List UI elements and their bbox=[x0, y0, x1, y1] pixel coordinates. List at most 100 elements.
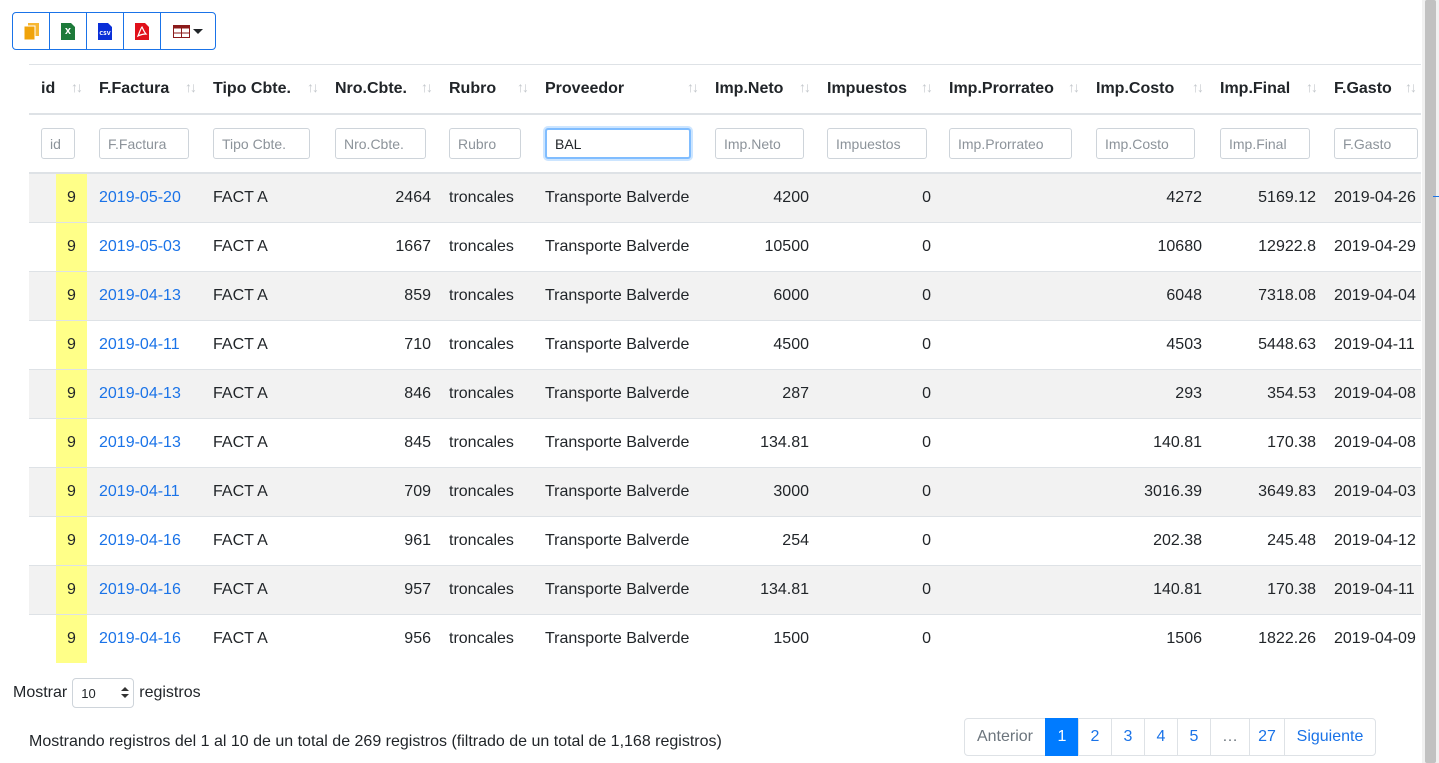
length-suffix-label: registros bbox=[139, 684, 201, 701]
cell-imp-neto: 287 bbox=[703, 369, 815, 419]
cell-f-factura[interactable]: 2019-04-13 bbox=[87, 271, 201, 321]
id-value: 9 bbox=[56, 272, 87, 320]
column-header-impuestos[interactable]: Impuestos ↑↓ bbox=[815, 64, 937, 115]
filter-input-imp-final[interactable] bbox=[1220, 128, 1310, 159]
cell-f-gasto: 2019-04-08 bbox=[1322, 418, 1421, 468]
page-length-value: 10 bbox=[81, 685, 96, 701]
cell-imp-neto: 3000 bbox=[703, 467, 815, 517]
pagination-page[interactable]: 2 bbox=[1078, 718, 1112, 756]
id-value: 9 bbox=[56, 468, 87, 516]
column-header-f-factura[interactable]: F.Factura ↑↓ bbox=[87, 64, 201, 115]
column-header-id[interactable]: id ↑↓ bbox=[29, 64, 87, 115]
cell-id: 9 bbox=[29, 516, 87, 566]
cell-f-factura[interactable]: 2019-04-16 bbox=[87, 614, 201, 663]
invoice-date-link[interactable]: 2019-04-13 bbox=[99, 385, 181, 402]
cell-f-factura[interactable]: 2019-05-20 bbox=[87, 172, 201, 223]
table-row: 9 2019-05-20 FACT A 2464 troncales Transporte… bbox=[29, 172, 1421, 223]
invoice-date-link[interactable]: 2019-04-16 bbox=[99, 581, 181, 598]
cell-impuestos: 0 bbox=[815, 418, 937, 468]
filter-input-impuestos[interactable] bbox=[827, 128, 927, 159]
invoice-date-link[interactable]: 2019-04-11 bbox=[99, 336, 180, 353]
invoice-date-link[interactable]: 2019-04-13 bbox=[99, 434, 181, 451]
filter-input-rubro[interactable] bbox=[449, 128, 521, 159]
cell-f-factura[interactable]: 2019-04-13 bbox=[87, 418, 201, 468]
filter-input-imp-prorrateo[interactable] bbox=[949, 128, 1072, 159]
sort-icon: ↑↓ bbox=[687, 79, 699, 95]
invoice-date-link[interactable]: 2019-04-16 bbox=[99, 630, 181, 647]
cell-impuestos: 0 bbox=[815, 172, 937, 223]
page-length-select[interactable]: 10 bbox=[72, 678, 135, 708]
pagination-page[interactable]: 4 bbox=[1144, 718, 1178, 756]
column-header-imp-neto[interactable]: Imp.Neto ↑↓ bbox=[703, 64, 815, 115]
cell-imp-neto: 6000 bbox=[703, 271, 815, 321]
filter-row bbox=[29, 114, 1421, 174]
cell-f-factura[interactable]: 2019-04-16 bbox=[87, 516, 201, 566]
invoice-date-link[interactable]: 2019-05-20 bbox=[99, 189, 181, 206]
cell-rubro: troncales bbox=[437, 565, 533, 615]
filter-input-f-factura[interactable] bbox=[99, 128, 189, 159]
filter-input-id[interactable] bbox=[41, 128, 75, 159]
column-header-proveedor[interactable]: Proveedor ↑↓ bbox=[533, 64, 703, 115]
table-row: 9 2019-04-16 FACT A 956 troncales Transporte … bbox=[29, 614, 1421, 663]
cell-imp-costo: 3016.39 bbox=[1084, 467, 1208, 517]
cell-impuestos: 0 bbox=[815, 614, 937, 663]
cell-tipo-cbte: FACT A bbox=[201, 320, 323, 370]
cell-rubro: troncales bbox=[437, 271, 533, 321]
cell-impuestos: 0 bbox=[815, 565, 937, 615]
pagination-page[interactable]: 1 bbox=[1045, 718, 1079, 756]
filter-input-tipo-cbte[interactable] bbox=[213, 128, 310, 159]
cell-proveedor: Transporte Balverde bbox=[533, 320, 703, 370]
table-row: 9 2019-04-13 FACT A 845 troncales Transporte … bbox=[29, 418, 1421, 468]
column-header-nro-cbte[interactable]: Nro.Cbte. ↑↓ bbox=[323, 64, 437, 115]
filter-input-nro-cbte[interactable] bbox=[335, 128, 426, 159]
sort-icon: ↑↓ bbox=[1306, 79, 1318, 95]
filter-cell bbox=[1084, 114, 1208, 174]
filter-cell bbox=[937, 114, 1084, 174]
invoice-date-link[interactable]: 2019-04-16 bbox=[99, 532, 181, 549]
invoice-date-link[interactable]: 2019-05-03 bbox=[99, 238, 181, 255]
column-visibility-button[interactable] bbox=[161, 13, 215, 49]
cell-rubro: troncales bbox=[437, 516, 533, 566]
cell-f-gasto: 2019-04-11 bbox=[1322, 565, 1421, 615]
scrollbar-thumb[interactable] bbox=[1425, 0, 1436, 763]
cell-proveedor: Transporte Balverde bbox=[533, 172, 703, 223]
vertical-scrollbar[interactable] bbox=[1422, 0, 1439, 763]
filter-input-imp-neto[interactable] bbox=[715, 128, 804, 159]
pagination-page[interactable]: 27 bbox=[1249, 718, 1285, 756]
cell-imp-final: 170.38 bbox=[1208, 565, 1322, 615]
cell-f-gasto: 2019-04-08 bbox=[1322, 369, 1421, 419]
pagination-page[interactable]: 5 bbox=[1177, 718, 1211, 756]
column-header-imp-final[interactable]: Imp.Final ↑↓ bbox=[1208, 64, 1322, 115]
csv-button[interactable]: CSV bbox=[87, 13, 124, 49]
invoice-date-link[interactable]: 2019-04-13 bbox=[99, 287, 181, 304]
cell-imp-neto: 4200 bbox=[703, 172, 815, 223]
cell-f-factura[interactable]: 2019-04-13 bbox=[87, 369, 201, 419]
copy-button[interactable] bbox=[13, 13, 50, 49]
cell-imp-final: 245.48 bbox=[1208, 516, 1322, 566]
excel-icon: X bbox=[61, 22, 75, 40]
filter-input-imp-costo[interactable] bbox=[1096, 128, 1195, 159]
csv-icon-label: CSV bbox=[99, 30, 111, 37]
cell-f-factura[interactable]: 2019-04-11 bbox=[87, 467, 201, 517]
column-header-imp-prorrateo[interactable]: Imp.Prorrateo ↑↓ bbox=[937, 64, 1084, 115]
cell-nro-cbte: 709 bbox=[323, 467, 437, 517]
column-header-f-gasto[interactable]: F.Gasto ↑↓ bbox=[1322, 64, 1421, 115]
cell-imp-neto: 1500 bbox=[703, 614, 815, 663]
cell-f-factura[interactable]: 2019-04-11 bbox=[87, 320, 201, 370]
excel-button[interactable]: X bbox=[50, 13, 87, 49]
cell-f-factura[interactable]: 2019-05-03 bbox=[87, 222, 201, 272]
cell-rubro: troncales bbox=[437, 172, 533, 223]
pagination-next[interactable]: Siguiente bbox=[1284, 718, 1376, 756]
invoice-date-link[interactable]: 2019-04-11 bbox=[99, 483, 180, 500]
cell-impuestos: 0 bbox=[815, 222, 937, 272]
pagination-page[interactable]: 3 bbox=[1111, 718, 1145, 756]
filter-input-f-gasto[interactable] bbox=[1334, 128, 1418, 159]
column-header-rubro[interactable]: Rubro ↑↓ bbox=[437, 64, 533, 115]
column-header-label: F.Factura bbox=[99, 80, 170, 97]
cell-f-factura[interactable]: 2019-04-16 bbox=[87, 565, 201, 615]
pdf-button[interactable] bbox=[124, 13, 161, 49]
column-header-imp-costo[interactable]: Imp.Costo ↑↓ bbox=[1084, 64, 1208, 115]
filter-input-proveedor[interactable] bbox=[545, 128, 691, 159]
cell-f-gasto: 2019-04-04 bbox=[1322, 271, 1421, 321]
column-header-tipo-cbte[interactable]: Tipo Cbte. ↑↓ bbox=[201, 64, 323, 115]
